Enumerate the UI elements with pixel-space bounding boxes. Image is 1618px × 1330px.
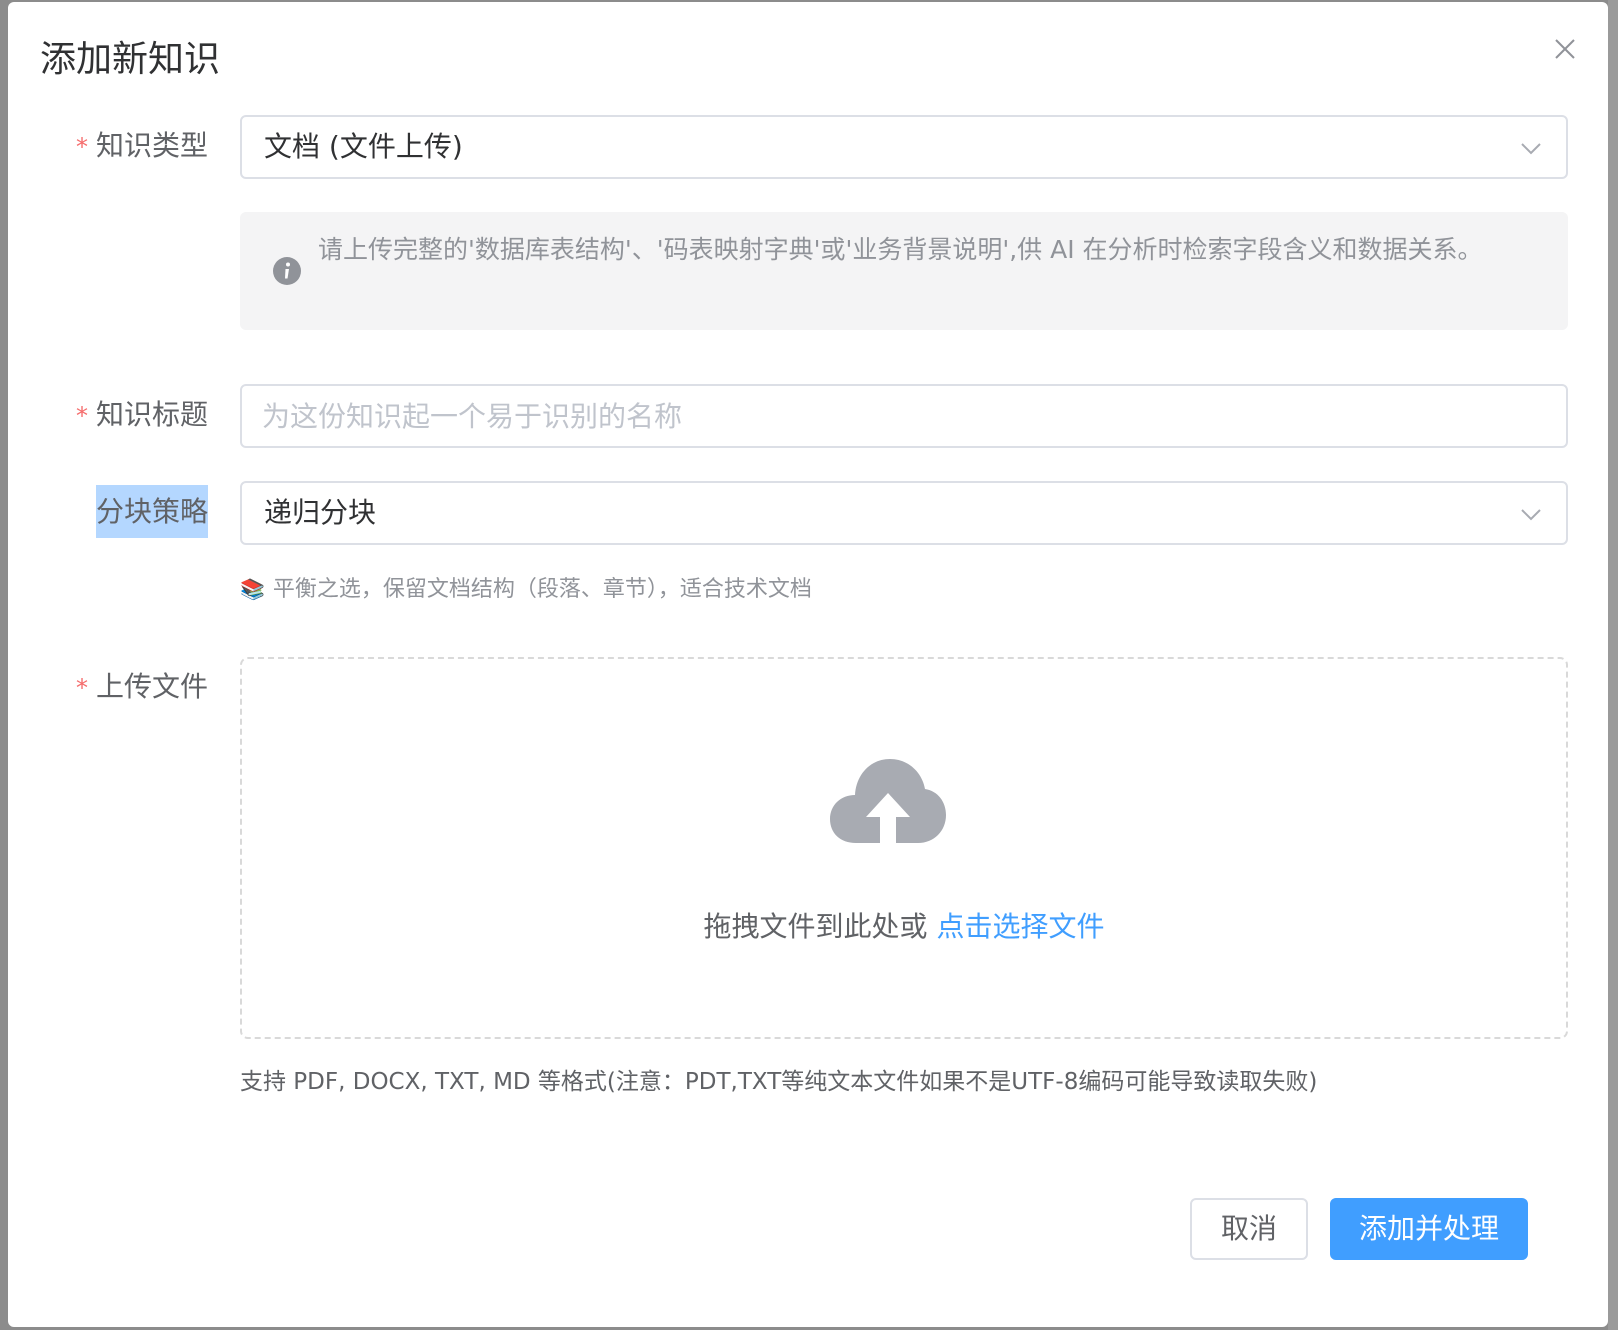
chunk-strategy-label-text: 分块策略 xyxy=(95,485,208,538)
upload-dropzone[interactable]: 拖拽文件到此处或 点击选择文件 xyxy=(240,657,1568,1039)
knowledge-type-label: * 知识类型 xyxy=(8,126,208,167)
chunk-strategy-hint: 📚 平衡之选，保留文档结构（段落、章节），适合技术文档 xyxy=(240,572,812,607)
chunk-strategy-label: 分块策略 xyxy=(8,485,208,538)
cancel-button[interactable]: 取消 xyxy=(1190,1198,1308,1260)
upload-instructions: 拖拽文件到此处或 点击选择文件 xyxy=(242,907,1566,947)
add-and-process-button[interactable]: 添加并处理 xyxy=(1330,1198,1528,1260)
chevron-down-icon xyxy=(1518,501,1544,527)
upload-label-text: 上传文件 xyxy=(95,670,208,703)
chunk-strategy-value: 递归分块 xyxy=(264,496,377,529)
required-mark: * xyxy=(75,674,88,702)
required-mark: * xyxy=(75,133,88,161)
knowledge-type-value: 文档 (文件上传) xyxy=(264,130,463,163)
knowledge-title-input[interactable] xyxy=(242,386,1566,446)
info-icon xyxy=(272,256,302,286)
add-knowledge-dialog: 添加新知识 * 知识类型 文档 (文件上传) 请上传完整的'数据库表结构'、'码表… xyxy=(8,2,1608,1327)
close-button[interactable] xyxy=(1548,32,1582,66)
dialog-title: 添加新知识 xyxy=(40,39,221,80)
select-file-link[interactable]: 点击选择文件 xyxy=(936,910,1104,943)
required-mark: * xyxy=(75,402,88,430)
knowledge-title-field[interactable] xyxy=(240,384,1568,448)
background-page xyxy=(1608,0,1618,1330)
knowledge-type-select[interactable]: 文档 (文件上传) xyxy=(240,115,1568,179)
upload-label: * 上传文件 xyxy=(8,667,208,708)
upload-drag-text: 拖拽文件到此处或 xyxy=(703,910,937,943)
knowledge-title-label-text: 知识标题 xyxy=(95,398,208,431)
chunk-strategy-select[interactable]: 递归分块 xyxy=(240,481,1568,545)
upload-format-tip: 支持 PDF, DOCX, TXT, MD 等格式(注意：PDT,TXT等纯文本… xyxy=(240,1069,1318,1095)
info-alert: 请上传完整的'数据库表结构'、'码表映射字典'或'业务背景说明',供 AI 在分… xyxy=(240,212,1568,330)
chevron-down-icon xyxy=(1518,135,1544,161)
close-icon xyxy=(1555,39,1575,59)
upload-cloud-icon xyxy=(828,755,948,851)
knowledge-title-label: * 知识标题 xyxy=(8,395,208,436)
chunk-strategy-hint-text: 平衡之选，保留文档结构（段落、章节），适合技术文档 xyxy=(272,577,812,602)
knowledge-type-label-text: 知识类型 xyxy=(95,129,208,162)
info-text: 请上传完整的'数据库表结构'、'码表映射字典'或'业务背景说明',供 AI 在分… xyxy=(318,235,1483,264)
books-icon: 📚 xyxy=(240,577,265,601)
